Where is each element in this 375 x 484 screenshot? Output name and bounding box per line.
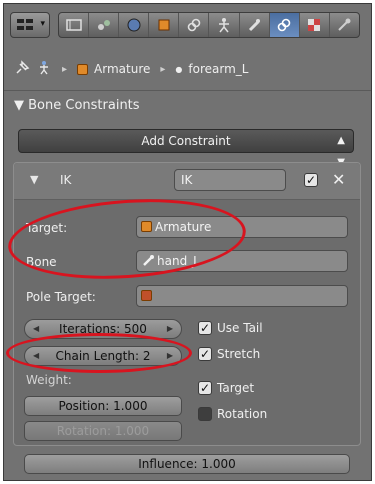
scene-tab-icon[interactable] <box>89 13 120 37</box>
armature-data-tab-icon[interactable] <box>209 13 240 37</box>
breadcrumb: ▸ Armature ▸ ● forearm_L <box>14 58 364 80</box>
bone-icon <box>141 254 155 274</box>
bone-value: hand_L <box>157 254 200 268</box>
weight-label: Weight: <box>26 373 72 387</box>
influence-field[interactable]: Influence: 1.000 <box>24 454 350 474</box>
position-weight-field[interactable]: Position: 1.000 <box>24 396 182 416</box>
panel-header[interactable]: ▼ Bone Constraints <box>14 98 140 113</box>
texture-tab-icon[interactable] <box>300 13 330 37</box>
rotation-weight-field[interactable]: Rotation: 1.000 <box>24 421 182 441</box>
editor-type-button[interactable]: ▾ <box>10 12 50 38</box>
bone-label: Bone <box>26 255 57 269</box>
object-icon <box>141 290 152 301</box>
constraint-header: ▼ IK IK ✓ ✕ <box>14 163 360 200</box>
object-tab-icon[interactable] <box>149 13 180 37</box>
iterations-field[interactable]: ◀ Iterations: 500 ▶ <box>24 319 182 339</box>
breadcrumb-separator: ▸ <box>160 63 166 75</box>
stretch-checkbox[interactable]: ✓ <box>198 347 212 361</box>
bone-constraints-tab-icon[interactable] <box>269 13 300 37</box>
render-tab-icon[interactable] <box>59 13 90 37</box>
enable-checkbox[interactable]: ✓ <box>304 173 318 187</box>
iterations-value: Iterations: 500 <box>59 322 147 336</box>
armature-data-icon <box>36 60 52 79</box>
object-icon <box>141 221 152 232</box>
rotation-checkbox[interactable] <box>198 407 212 421</box>
bone-tab-icon[interactable] <box>240 13 270 37</box>
object-icon <box>77 63 89 75</box>
rotation-toggle-label: Rotation <box>217 407 268 421</box>
target-field[interactable]: Armature <box>136 216 348 238</box>
constraint-name-field[interactable]: IK <box>174 169 286 191</box>
decrement-arrow-icon[interactable]: ◀ <box>33 320 39 338</box>
target-checkbox[interactable]: ✓ <box>198 381 212 395</box>
pole-target-field[interactable] <box>136 285 348 307</box>
bone-dot-icon: ● <box>175 64 183 74</box>
editor-grid-icon <box>17 19 35 31</box>
breadcrumb-object: Armature <box>94 62 151 76</box>
decrement-arrow-icon[interactable]: ◀ <box>33 347 39 365</box>
panel-divider <box>4 90 371 91</box>
pin-icon[interactable] <box>14 59 30 79</box>
stretch-label: Stretch <box>217 347 261 361</box>
increment-arrow-icon[interactable]: ▶ <box>167 320 173 338</box>
chain-length-field[interactable]: ◀ Chain Length: 2 ▶ <box>24 346 182 366</box>
bone-field[interactable]: hand_L <box>136 250 348 272</box>
target-toggle-label: Target <box>217 381 255 395</box>
collapse-triangle-icon: ▼ <box>14 98 24 113</box>
use-tail-label: Use Tail <box>217 321 263 335</box>
use-tail-checkbox[interactable]: ✓ <box>198 321 212 335</box>
pole-target-label: Pole Target: <box>26 290 96 304</box>
chevron-down-icon: ▾ <box>40 19 45 29</box>
breadcrumb-separator: ▸ <box>62 63 68 75</box>
increment-arrow-icon[interactable]: ▶ <box>167 347 173 365</box>
properties-editor: ▾ ▸ Armature ▸ ● forearm_L ▼ Bone Constr… <box>3 3 372 481</box>
add-constraint-button[interactable]: Add Constraint ▲▼ <box>18 129 354 168</box>
ik-constraint-box: ▼ IK IK ✓ ✕ Target: Armature Bone hand_L… <box>13 162 361 474</box>
constraint-type: IK <box>60 173 72 187</box>
context-tabs <box>58 12 360 38</box>
constraints-tab-icon[interactable] <box>179 13 210 37</box>
physics-tab-icon[interactable] <box>330 13 359 37</box>
target-label: Target: <box>26 221 68 235</box>
chain-length-value: Chain Length: 2 <box>55 349 151 363</box>
target-value: Armature <box>155 220 212 234</box>
close-icon[interactable]: ✕ <box>332 170 345 189</box>
expand-triangle-icon[interactable]: ▼ <box>30 173 38 186</box>
breadcrumb-bone: forearm_L <box>188 62 249 76</box>
properties-header: ▾ <box>10 10 365 40</box>
add-constraint-label: Add Constraint <box>141 134 231 148</box>
world-tab-icon[interactable] <box>119 13 150 37</box>
panel-title: Bone Constraints <box>28 98 140 113</box>
